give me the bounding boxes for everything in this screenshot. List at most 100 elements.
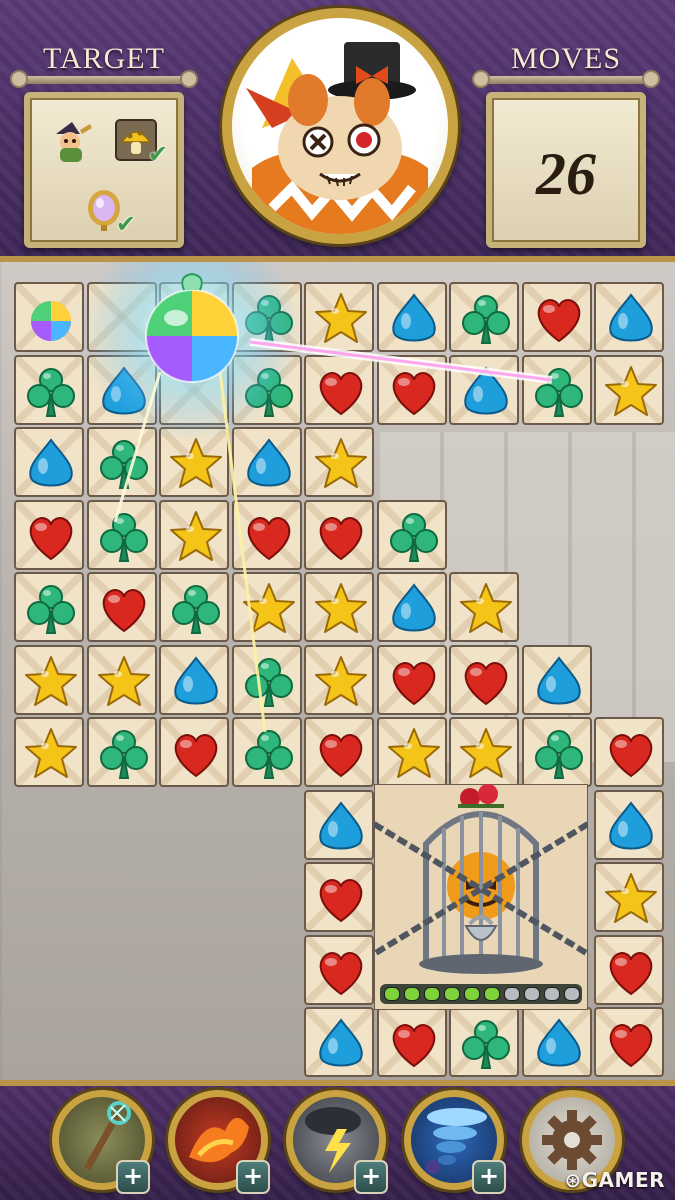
board-cell[interactable]	[14, 354, 84, 425]
board-cell[interactable]	[521, 644, 592, 715]
board-cell[interactable]	[376, 572, 447, 642]
board-cell[interactable]	[159, 572, 229, 642]
board-cell[interactable]	[521, 1007, 592, 1077]
check-icon: ✔	[147, 140, 168, 168]
board-cell[interactable]	[376, 717, 447, 787]
board-cell[interactable]	[376, 499, 447, 570]
board-cell[interactable]	[449, 572, 519, 642]
heart-gem-icon	[458, 654, 514, 710]
board-cell[interactable]	[231, 499, 302, 570]
star-gem-icon	[313, 436, 369, 492]
cage-progress-dot	[464, 987, 480, 1001]
board-cell[interactable]	[304, 717, 374, 787]
board-cell[interactable]	[594, 934, 664, 1005]
board-cell[interactable]	[86, 644, 157, 715]
heart-gem-icon	[531, 291, 587, 347]
gamer-watermark: ⊛GAMER	[564, 1168, 665, 1192]
board-cell[interactable]	[449, 644, 519, 715]
board-cell[interactable]	[376, 354, 447, 425]
board-cell[interactable]	[231, 644, 302, 715]
rainbow-bomb-icon[interactable]	[132, 270, 252, 390]
board-cell[interactable]	[521, 354, 592, 425]
heart-gem-icon	[386, 654, 442, 710]
board-cell[interactable]	[304, 282, 374, 352]
board-cell[interactable]	[376, 1007, 447, 1077]
board-cell[interactable]	[86, 427, 157, 497]
board-cell[interactable]	[449, 717, 519, 787]
drop-gem-icon	[168, 654, 224, 710]
star-gem-icon	[96, 654, 152, 710]
rainbow-gem-icon	[23, 291, 79, 347]
jester-cat-boss-portrait	[222, 8, 458, 244]
moves-panel: 26	[486, 92, 646, 248]
board-cell[interactable]	[304, 427, 374, 497]
board-cell[interactable]	[86, 572, 157, 642]
add-lightning-button[interactable]: +	[354, 1160, 388, 1194]
drop-gem-icon	[313, 799, 369, 855]
clover-gem-icon	[23, 581, 79, 637]
drop-gem-icon	[241, 436, 297, 492]
drop-gem-icon	[386, 581, 442, 637]
board-cell[interactable]	[594, 717, 664, 787]
moves-label: MOVES	[510, 42, 621, 75]
clover-gem-icon	[241, 654, 297, 710]
board-cell[interactable]	[304, 1007, 374, 1077]
board-cell[interactable]	[231, 572, 302, 642]
board-cell[interactable]	[304, 789, 374, 860]
add-magic-staff-button[interactable]: +	[116, 1160, 150, 1194]
board-cell[interactable]	[594, 1007, 664, 1077]
cage-progress-dot	[484, 987, 500, 1001]
board-cell[interactable]	[449, 1007, 519, 1077]
board-cell[interactable]	[304, 572, 374, 642]
board-cell[interactable]	[594, 789, 664, 860]
board-cell[interactable]	[14, 644, 84, 715]
heart-gem-icon	[313, 509, 369, 565]
board-cell[interactable]	[159, 427, 229, 497]
booster-bar: + + + + ⊛GAMER	[0, 1080, 675, 1200]
board-cell[interactable]	[159, 644, 229, 715]
board-cell[interactable]	[14, 717, 84, 787]
board-cell[interactable]	[376, 644, 447, 715]
cage-progress-dot	[504, 987, 520, 1001]
board-cell[interactable]	[14, 427, 84, 497]
heart-gem-icon	[313, 871, 369, 927]
target-sign-rod	[10, 70, 198, 88]
board-cell[interactable]	[449, 282, 519, 352]
add-fire-fox-button[interactable]: +	[236, 1160, 270, 1194]
board-cell[interactable]	[304, 499, 374, 570]
drop-gem-icon	[386, 291, 442, 347]
board-cell[interactable]	[159, 499, 229, 570]
board-cell[interactable]	[594, 354, 664, 425]
board-cell[interactable]	[14, 282, 84, 352]
board-cell[interactable]	[231, 717, 302, 787]
board-cell[interactable]	[159, 717, 229, 787]
board-cell[interactable]	[304, 644, 374, 715]
star-gem-icon	[313, 581, 369, 637]
board-cell[interactable]	[521, 717, 592, 787]
board-cell[interactable]	[86, 717, 157, 787]
board-cell[interactable]	[304, 354, 374, 425]
board-cell[interactable]	[231, 427, 302, 497]
board-cell[interactable]	[594, 282, 664, 352]
board-cell[interactable]	[594, 862, 664, 932]
cage-progress-dot	[444, 987, 460, 1001]
board-cell[interactable]	[449, 354, 519, 425]
board-cell[interactable]	[521, 282, 592, 352]
moves-counter: 26	[536, 141, 596, 207]
add-tornado-button[interactable]: +	[472, 1160, 506, 1194]
board-cell[interactable]	[14, 572, 84, 642]
board-cell[interactable]	[376, 282, 447, 352]
heart-gem-icon	[168, 726, 224, 782]
mirror-icon: ✔	[82, 188, 136, 238]
clover-gem-icon	[531, 364, 587, 420]
board-cell[interactable]	[14, 499, 84, 570]
clover-gem-icon	[386, 509, 442, 565]
board-cell[interactable]	[304, 862, 374, 932]
target-panel[interactable]: ✔ ✔	[24, 92, 184, 248]
board-cell[interactable]	[86, 499, 157, 570]
watermark-logo-icon: ⊛	[564, 1168, 582, 1192]
star-gem-icon	[313, 291, 369, 347]
heart-gem-icon	[386, 364, 442, 420]
board-cell[interactable]	[304, 934, 374, 1005]
cage-progress-dot	[564, 987, 580, 1001]
